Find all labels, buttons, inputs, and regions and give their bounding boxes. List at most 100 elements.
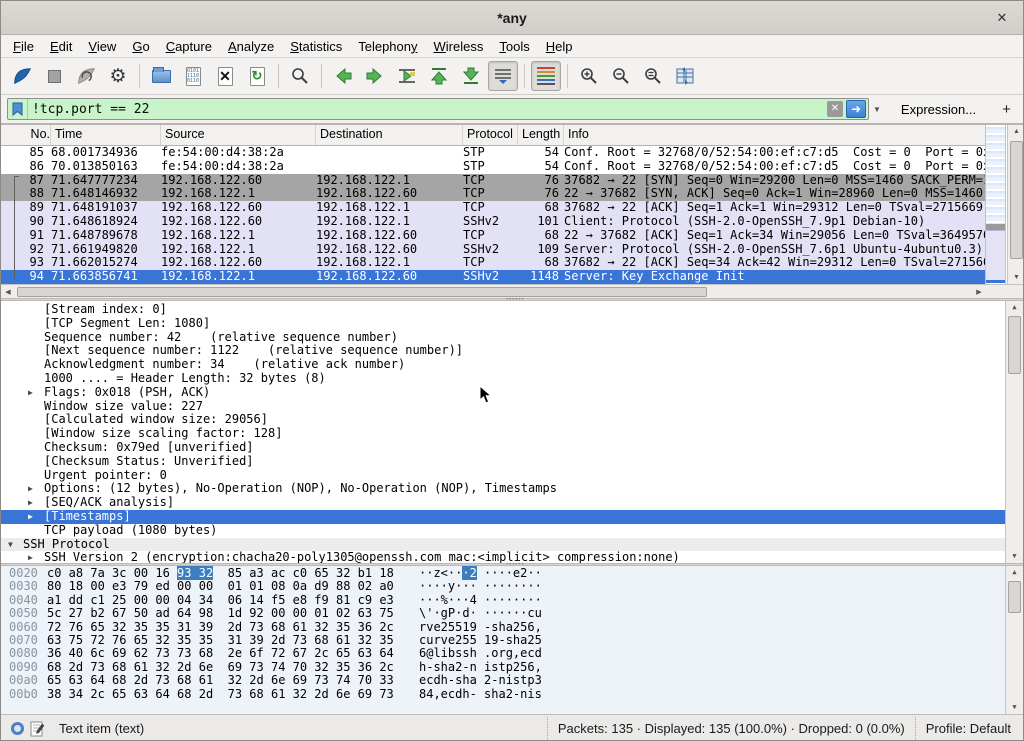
column-header-protocol[interactable]: Protocol: [463, 125, 518, 145]
detail-row[interactable]: TCP payload (1080 bytes): [1, 524, 1005, 538]
auto-scroll-button[interactable]: [488, 61, 518, 91]
packet-row-89[interactable]: 8971.648191037192.168.122.60192.168.122.…: [1, 201, 985, 215]
packet-row-91[interactable]: 9171.648789678192.168.122.1192.168.122.6…: [1, 229, 985, 243]
detail-row[interactable]: 1000 .... = Header Length: 32 bytes (8): [1, 372, 1005, 386]
go-to-top-button[interactable]: [424, 61, 454, 91]
menu-tools[interactable]: Tools: [491, 37, 537, 56]
vscroll-thumb[interactable]: [1010, 141, 1023, 259]
expand-icon[interactable]: ▶: [28, 482, 33, 496]
expand-icon[interactable]: ▶: [28, 551, 33, 563]
find-packet-button[interactable]: [285, 61, 315, 91]
expression-button[interactable]: Expression...: [895, 100, 982, 119]
detail-row-flags[interactable]: ▶Flags: 0x018 (PSH, ACK): [1, 386, 1005, 400]
menu-view[interactable]: View: [80, 37, 124, 56]
hex-row[interactable]: 0020 c0 a8 7a 3c 00 16 93 32 85 a3 ac c0…: [1, 567, 1005, 580]
hex-row[interactable]: 0040a1 dd c1 25 00 00 04 34 06 14 f5 e8 …: [1, 594, 1005, 607]
menu-help[interactable]: Help: [538, 37, 581, 56]
packet-row-93[interactable]: 9371.662015274192.168.122.60192.168.122.…: [1, 256, 985, 270]
packet-row-94-selected[interactable]: 9471.663856741192.168.122.1192.168.122.6…: [1, 270, 985, 284]
detail-row-timestamps-selected[interactable]: ▶[Timestamps]: [1, 510, 1005, 524]
add-filter-button[interactable]: +: [994, 101, 1019, 118]
go-to-packet-button[interactable]: [392, 61, 422, 91]
packet-row-86[interactable]: 8670.013850163fe:54:00:d4:38:2aSTP54Conf…: [1, 160, 985, 174]
scroll-up-icon[interactable]: ▲: [1006, 566, 1023, 579]
detail-row[interactable]: [TCP Segment Len: 1080]: [1, 317, 1005, 331]
display-filter-input[interactable]: [28, 100, 827, 118]
column-header-source[interactable]: Source: [161, 125, 316, 145]
packet-list-vscrollbar[interactable]: ▲ ▼: [1007, 125, 1024, 284]
start-capture-button[interactable]: [7, 61, 37, 91]
column-header-info[interactable]: Info: [564, 125, 985, 145]
hex-row[interactable]: 009068 2d 73 68 61 32 2d 6e 69 73 74 70 …: [1, 661, 1005, 674]
hex-row[interactable]: 003080 18 00 e3 79 ed 00 00 01 01 08 0a …: [1, 580, 1005, 593]
expand-icon[interactable]: ▶: [28, 496, 33, 510]
scroll-down-icon[interactable]: ▼: [1006, 550, 1023, 563]
hex-row[interactable]: 008036 40 6c 69 62 73 73 68 2e 6f 72 67 …: [1, 647, 1005, 660]
packet-list-hscrollbar[interactable]: ◀ ▶: [1, 284, 986, 298]
go-to-bottom-button[interactable]: [456, 61, 486, 91]
go-back-button[interactable]: [328, 61, 358, 91]
column-header-time[interactable]: Time: [51, 125, 161, 145]
packet-row-87[interactable]: 8771.647777234192.168.122.60192.168.122.…: [1, 174, 985, 188]
capture-options-button[interactable]: ⚙: [103, 61, 133, 91]
filter-clear-icon[interactable]: ✕: [827, 101, 843, 117]
zoom-reset-button[interactable]: [638, 61, 668, 91]
detail-row-ssh-protocol[interactable]: ▼SSH Protocol: [1, 538, 1005, 552]
filter-apply-icon[interactable]: ➜: [846, 100, 866, 118]
packet-row-85[interactable]: 8568.001734936fe:54:00:d4:38:2aSTP54Conf…: [1, 146, 985, 160]
menu-wireless[interactable]: Wireless: [426, 37, 492, 56]
profile-label[interactable]: Profile: Default: [915, 717, 1021, 740]
detail-row[interactable]: Acknowledgment number: 34 (relative ack …: [1, 358, 1005, 372]
scroll-right-icon[interactable]: ▶: [972, 288, 986, 296]
packet-row-90[interactable]: 9071.648618924192.168.122.60192.168.122.…: [1, 215, 985, 229]
zoom-out-button[interactable]: [606, 61, 636, 91]
column-header-length[interactable]: Length: [518, 125, 564, 145]
scroll-up-icon[interactable]: ▲: [1008, 125, 1024, 138]
detail-row-ssh-version[interactable]: ▶SSH Version 2 (encryption:chacha20-poly…: [1, 551, 1005, 563]
hex-vscrollbar[interactable]: ▲ ▼: [1005, 566, 1023, 714]
detail-row[interactable]: Sequence number: 42 (relative sequence n…: [1, 331, 1005, 345]
scroll-up-icon[interactable]: ▲: [1006, 301, 1023, 314]
zoom-in-button[interactable]: [574, 61, 604, 91]
scroll-down-icon[interactable]: ▼: [1008, 271, 1024, 284]
detail-row[interactable]: Checksum: 0x79ed [unverified]: [1, 441, 1005, 455]
detail-row[interactable]: [Calculated window size: 29056]: [1, 413, 1005, 427]
reload-capture-button[interactable]: ↻: [242, 61, 272, 91]
detail-row[interactable]: Urgent pointer: 0: [1, 469, 1005, 483]
menu-go[interactable]: Go: [124, 37, 157, 56]
column-header-no[interactable]: No.: [1, 125, 51, 145]
filter-history-dropdown-icon[interactable]: ▼: [869, 105, 885, 114]
detail-row[interactable]: [Window size scaling factor: 128]: [1, 427, 1005, 441]
menu-telephony[interactable]: Telephony: [350, 37, 425, 56]
hex-row[interactable]: 00b038 34 2c 65 63 64 68 2d 73 68 61 32 …: [1, 688, 1005, 701]
go-forward-button[interactable]: [360, 61, 390, 91]
expand-icon[interactable]: ▶: [28, 386, 33, 400]
hex-row[interactable]: 007063 75 72 76 65 32 35 35 31 39 2d 73 …: [1, 634, 1005, 647]
details-vscrollbar[interactable]: ▲ ▼: [1005, 301, 1023, 563]
packet-row-92[interactable]: 9271.661949820192.168.122.1192.168.122.6…: [1, 243, 985, 257]
resize-columns-button[interactable]: [670, 61, 700, 91]
collapse-icon[interactable]: ▼: [8, 538, 13, 552]
detail-row[interactable]: Window size value: 227: [1, 400, 1005, 414]
hex-row[interactable]: 006072 76 65 32 35 35 31 39 2d 73 68 61 …: [1, 621, 1005, 634]
close-icon[interactable]: ✕: [993, 9, 1011, 27]
detail-row[interactable]: [Next sequence number: 1122 (relative se…: [1, 344, 1005, 358]
close-capture-button[interactable]: ✕: [210, 61, 240, 91]
detail-row-options[interactable]: ▶Options: (12 bytes), No-Operation (NOP)…: [1, 482, 1005, 496]
menu-file[interactable]: File: [5, 37, 42, 56]
menu-edit[interactable]: Edit: [42, 37, 80, 56]
hex-row[interactable]: 00a065 63 64 68 2d 73 68 61 32 2d 6e 69 …: [1, 674, 1005, 687]
filter-bookmark-icon[interactable]: [8, 99, 28, 119]
vscroll-thumb[interactable]: [1008, 316, 1021, 374]
scroll-down-icon[interactable]: ▼: [1006, 701, 1023, 714]
colorize-button[interactable]: [531, 61, 561, 91]
detail-row[interactable]: [Stream index: 0]: [1, 303, 1005, 317]
capture-comment-icon[interactable]: [30, 721, 45, 737]
hex-row[interactable]: 00505c 27 b2 67 50 ad 64 98 1d 92 00 00 …: [1, 607, 1005, 620]
expert-info-icon[interactable]: [11, 722, 24, 735]
packet-row-88[interactable]: 8871.648146932192.168.122.1192.168.122.6…: [1, 187, 985, 201]
menu-capture[interactable]: Capture: [158, 37, 220, 56]
stop-capture-button[interactable]: [39, 61, 69, 91]
scroll-left-icon[interactable]: ◀: [1, 288, 15, 296]
save-capture-button[interactable]: 010111100110: [178, 61, 208, 91]
